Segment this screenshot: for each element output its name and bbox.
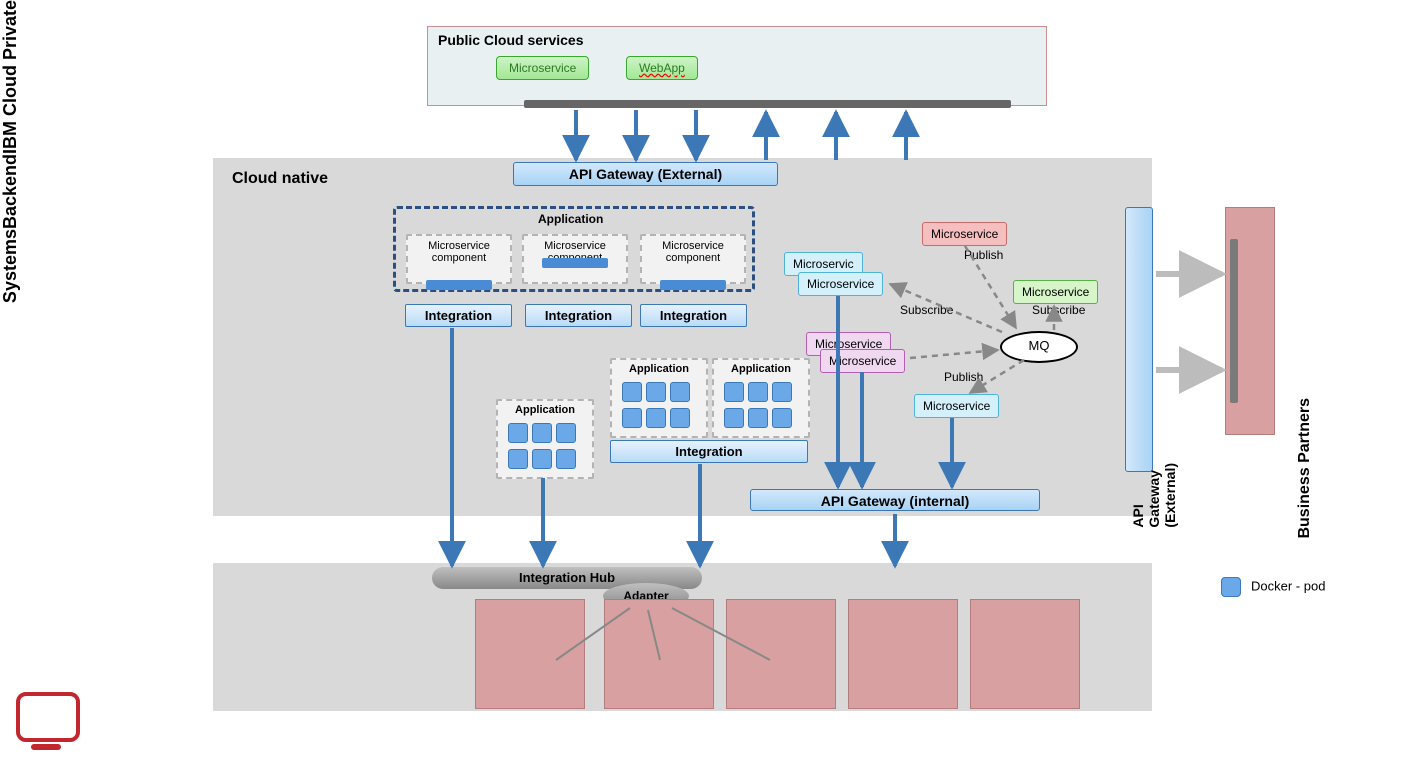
label-systems: Systems bbox=[0, 229, 21, 303]
integration-lower: Integration bbox=[610, 440, 808, 463]
mq-node: MQ bbox=[1000, 331, 1078, 363]
backend-block-5 bbox=[970, 599, 1080, 709]
label-publish-1: Publish bbox=[964, 248, 1003, 262]
docker-pod-icon bbox=[1221, 577, 1241, 597]
api-gateway-internal: API Gateway (internal) bbox=[750, 489, 1040, 511]
integration-3: Integration bbox=[640, 304, 747, 327]
business-partners-label: Business Partners bbox=[1296, 398, 1314, 539]
backend-block-2 bbox=[604, 599, 714, 709]
business-partners-bar bbox=[1230, 239, 1238, 403]
application-small-3: Application bbox=[712, 358, 810, 438]
microservice-component-1: Microservice component bbox=[406, 234, 512, 284]
monitor-icon bbox=[16, 692, 76, 744]
backend-block-1 bbox=[475, 599, 585, 709]
microservice-green: Microservice bbox=[1013, 280, 1098, 304]
label-publish-2: Publish bbox=[944, 370, 983, 384]
integration-2: Integration bbox=[525, 304, 632, 327]
application-group-title: Application bbox=[538, 212, 603, 226]
public-microservice: Microservice bbox=[496, 56, 589, 80]
application-small-2: Application bbox=[610, 358, 708, 438]
cloud-native-title: Cloud native bbox=[232, 170, 328, 188]
label-subscribe-1: Subscribe bbox=[900, 303, 953, 317]
public-webapp: WebApp bbox=[626, 56, 698, 80]
public-cloud-title: Public Cloud services bbox=[438, 32, 584, 48]
backend-block-4 bbox=[848, 599, 958, 709]
diagram-stage: Public Cloud services Microservice WebAp… bbox=[0, 0, 1416, 770]
application-small-1: Application bbox=[496, 399, 594, 479]
microservice-purple-1b: Microservice bbox=[820, 349, 905, 373]
integration-1: Integration bbox=[405, 304, 512, 327]
microservice-component-2: Microservice component bbox=[522, 234, 628, 284]
label-ibm-cloud-private: IBM Cloud Private bbox=[0, 0, 21, 154]
microservice-cyan-2: Microservice bbox=[914, 394, 999, 418]
backend-block-3 bbox=[726, 599, 836, 709]
microservice-red: Microservice bbox=[922, 222, 1007, 246]
microservice-component-3: Microservice component bbox=[640, 234, 746, 284]
api-gateway-external-top: API Gateway (External) bbox=[513, 162, 778, 186]
label-backend: Backend bbox=[0, 154, 21, 229]
legend: Docker - pod bbox=[1221, 577, 1325, 597]
microservice-cyan-1b: Microservice bbox=[798, 272, 883, 296]
public-bottom-bar bbox=[524, 100, 1011, 108]
label-subscribe-2: Subscribe bbox=[1032, 303, 1085, 317]
api-gateway-external-side: API Gateway (External) bbox=[1125, 207, 1153, 472]
